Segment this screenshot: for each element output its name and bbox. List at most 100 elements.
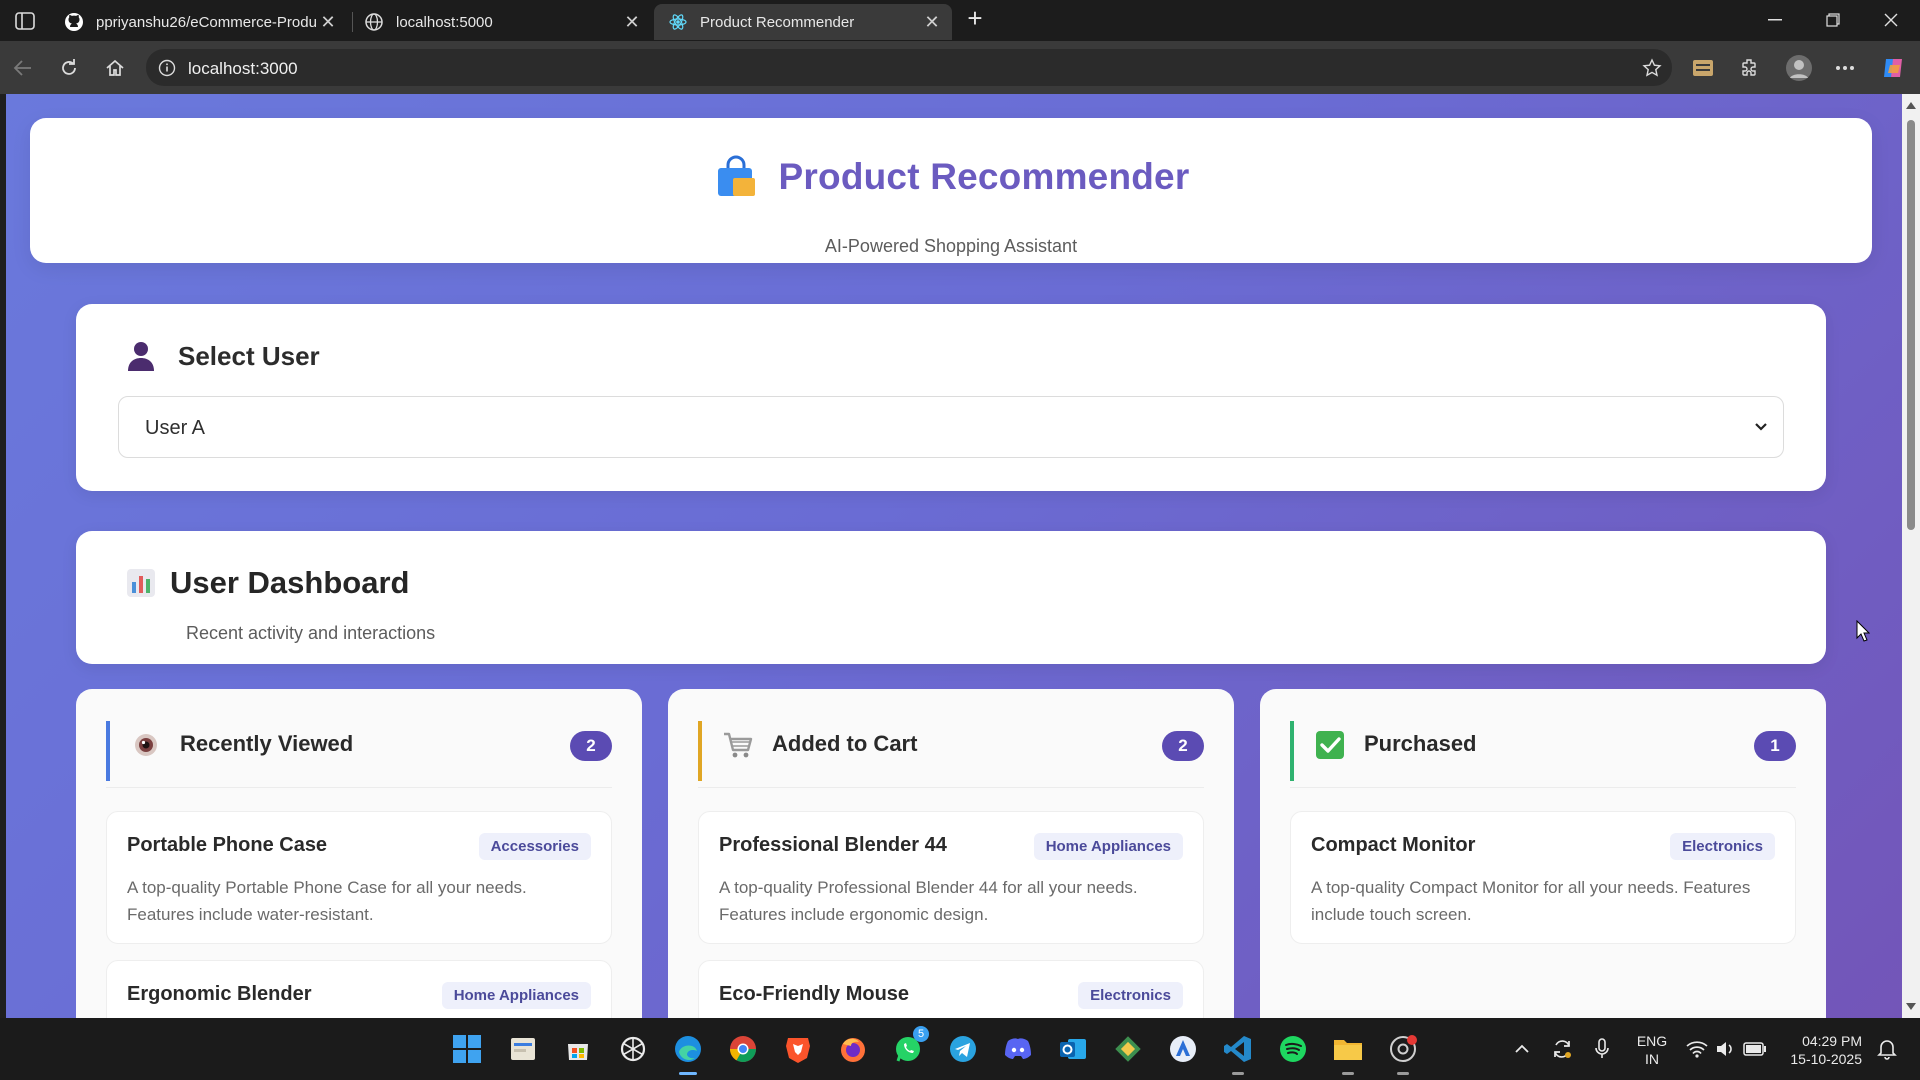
language-code: ENG	[1636, 1033, 1668, 1049]
scroll-thumb[interactable]	[1907, 120, 1915, 530]
added-to-cart-column: Added to Cart 2 Professional Blender 44 …	[668, 689, 1234, 1018]
favorite-star-icon[interactable]	[1640, 56, 1664, 80]
page-scrollbar[interactable]	[1902, 94, 1920, 1018]
sidebar-toggle-icon[interactable]	[10, 6, 40, 36]
count-badge: 1	[1754, 731, 1796, 761]
telegram-icon[interactable]	[946, 1032, 980, 1066]
whatsapp-icon[interactable]: 5	[891, 1026, 929, 1066]
column-header: Recently Viewed 2	[106, 721, 612, 781]
spotify-icon[interactable]	[1276, 1032, 1310, 1066]
windows-taskbar: 5 ENG IN 04:29 PM 15-10-2025	[0, 1018, 1920, 1080]
time-text: 04:29 PM	[1802, 1033, 1862, 1049]
folder-icon[interactable]	[1331, 1032, 1365, 1075]
firefox-icon[interactable]	[836, 1032, 870, 1066]
tab-product-recommender[interactable]: Product Recommender ✕	[654, 4, 952, 40]
close-tab-icon[interactable]: ✕	[622, 12, 642, 32]
dashboard-heading: User Dashboard	[126, 565, 409, 601]
active-indicator	[1232, 1072, 1244, 1075]
product-card[interactable]: Compact Monitor Electronics A top-qualit…	[1290, 811, 1796, 944]
maximize-button[interactable]	[1810, 6, 1856, 34]
volume-icon[interactable]	[1708, 1032, 1742, 1066]
product-card[interactable]: Eco-Friendly Mouse Electronics	[698, 960, 1204, 1018]
chrome-dev-icon[interactable]	[1386, 1032, 1420, 1075]
user-dashboard-card: User Dashboard Recent activity and inter…	[76, 531, 1826, 664]
bar-chart-icon	[127, 569, 155, 597]
extensions-icon[interactable]	[1734, 53, 1764, 83]
github-icon	[64, 12, 84, 32]
windows-start-icon[interactable]	[450, 1032, 484, 1066]
more-options-icon[interactable]	[1830, 53, 1860, 83]
product-description: A top-quality Compact Monitor for all yo…	[1311, 878, 1751, 924]
scroll-up-arrow[interactable]	[1906, 102, 1916, 109]
vscode-icon[interactable]	[1221, 1032, 1255, 1075]
dashboard-title: User Dashboard	[170, 565, 410, 600]
category-tag: Home Appliances	[1033, 833, 1183, 860]
column-header: Added to Cart 2	[698, 721, 1204, 781]
app-header: Product Recommender AI-Powered Shopping …	[30, 118, 1872, 263]
date-text: 15-10-2025	[1790, 1051, 1862, 1067]
app-title-row: Product Recommender	[30, 154, 1872, 200]
check-icon	[1316, 731, 1344, 759]
close-tab-icon[interactable]: ✕	[318, 12, 338, 32]
browser-tab-bar: ppriyanshu26/eCommerce-Produ ✕ localhost…	[0, 0, 1920, 41]
category-tag: Home Appliances	[441, 982, 591, 1009]
product-name: Compact Monitor	[1311, 834, 1476, 856]
divider	[1290, 787, 1796, 788]
user-icon	[128, 342, 154, 371]
close-tab-icon[interactable]: ✕	[922, 12, 942, 32]
tab-localhost-5000[interactable]: localhost:5000 ✕	[350, 4, 652, 40]
address-bar[interactable]: localhost:3000	[146, 49, 1672, 86]
site-info-icon[interactable]	[156, 57, 178, 79]
product-card[interactable]: Professional Blender 44 Home Appliances …	[698, 811, 1204, 944]
app-icon[interactable]	[1166, 1032, 1200, 1066]
chatgpt-icon[interactable]	[616, 1032, 650, 1066]
reading-view-icon[interactable]	[1688, 53, 1718, 83]
tab-github[interactable]: ppriyanshu26/eCommerce-Produ ✕	[50, 4, 348, 40]
tab-title: localhost:5000	[396, 13, 493, 31]
active-indicator	[679, 1072, 697, 1075]
chrome-icon[interactable]	[726, 1032, 760, 1066]
discord-icon[interactable]	[1001, 1032, 1035, 1066]
mouse-cursor-icon	[1856, 620, 1870, 642]
scroll-down-arrow[interactable]	[1906, 1003, 1916, 1010]
chevron-up-icon[interactable]	[1505, 1032, 1539, 1066]
minimize-button[interactable]	[1752, 6, 1798, 34]
user-select-dropdown[interactable]: User A	[118, 396, 1784, 458]
store-icon[interactable]	[561, 1032, 595, 1066]
chevron-down-icon	[1755, 423, 1767, 431]
copilot-icon[interactable]	[1878, 53, 1908, 83]
divider	[698, 787, 1204, 788]
refresh-icon[interactable]	[54, 53, 84, 83]
purchased-column: Purchased 1 Compact Monitor Electronics …	[1260, 689, 1826, 1018]
product-card[interactable]: Ergonomic Blender Home Appliances	[106, 960, 612, 1018]
product-card[interactable]: Portable Phone Case Accessories A top-qu…	[106, 811, 612, 944]
select-user-card: Select User User A	[76, 304, 1826, 491]
microphone-icon[interactable]	[1585, 1032, 1619, 1066]
url-text[interactable]: localhost:3000	[188, 59, 298, 79]
language-indicator[interactable]: ENG IN	[1630, 1032, 1674, 1068]
browser-toolbar: localhost:3000	[0, 41, 1920, 94]
column-title: Purchased	[1364, 731, 1477, 756]
brave-browser-icon[interactable]	[781, 1032, 815, 1066]
home-icon[interactable]	[100, 53, 130, 83]
select-user-heading: Select User	[126, 340, 320, 372]
battery-icon[interactable]	[1738, 1032, 1772, 1066]
page-subtitle: AI-Powered Shopping Assistant	[824, 236, 1078, 256]
globe-icon	[364, 12, 384, 32]
sync-icon[interactable]	[1545, 1032, 1579, 1066]
new-tab-button[interactable]: +	[962, 5, 988, 32]
back-icon[interactable]	[8, 53, 38, 83]
notification-bell-icon[interactable]	[1870, 1032, 1904, 1066]
clock[interactable]: 04:29 PM 15-10-2025	[1780, 1032, 1862, 1068]
product-description: A top-quality Portable Phone Case for al…	[127, 878, 527, 924]
cart-icon	[724, 732, 753, 758]
git-tool-icon[interactable]	[1111, 1032, 1145, 1066]
outlook-icon[interactable]	[1056, 1032, 1090, 1066]
eye-icon	[135, 734, 157, 756]
profile-avatar-icon[interactable]	[1784, 53, 1814, 83]
edge-browser-icon[interactable]	[671, 1032, 705, 1075]
file-manager-icon[interactable]	[506, 1032, 540, 1066]
close-window-button[interactable]	[1868, 6, 1914, 34]
count-badge: 2	[570, 731, 612, 761]
active-indicator	[1342, 1072, 1354, 1075]
